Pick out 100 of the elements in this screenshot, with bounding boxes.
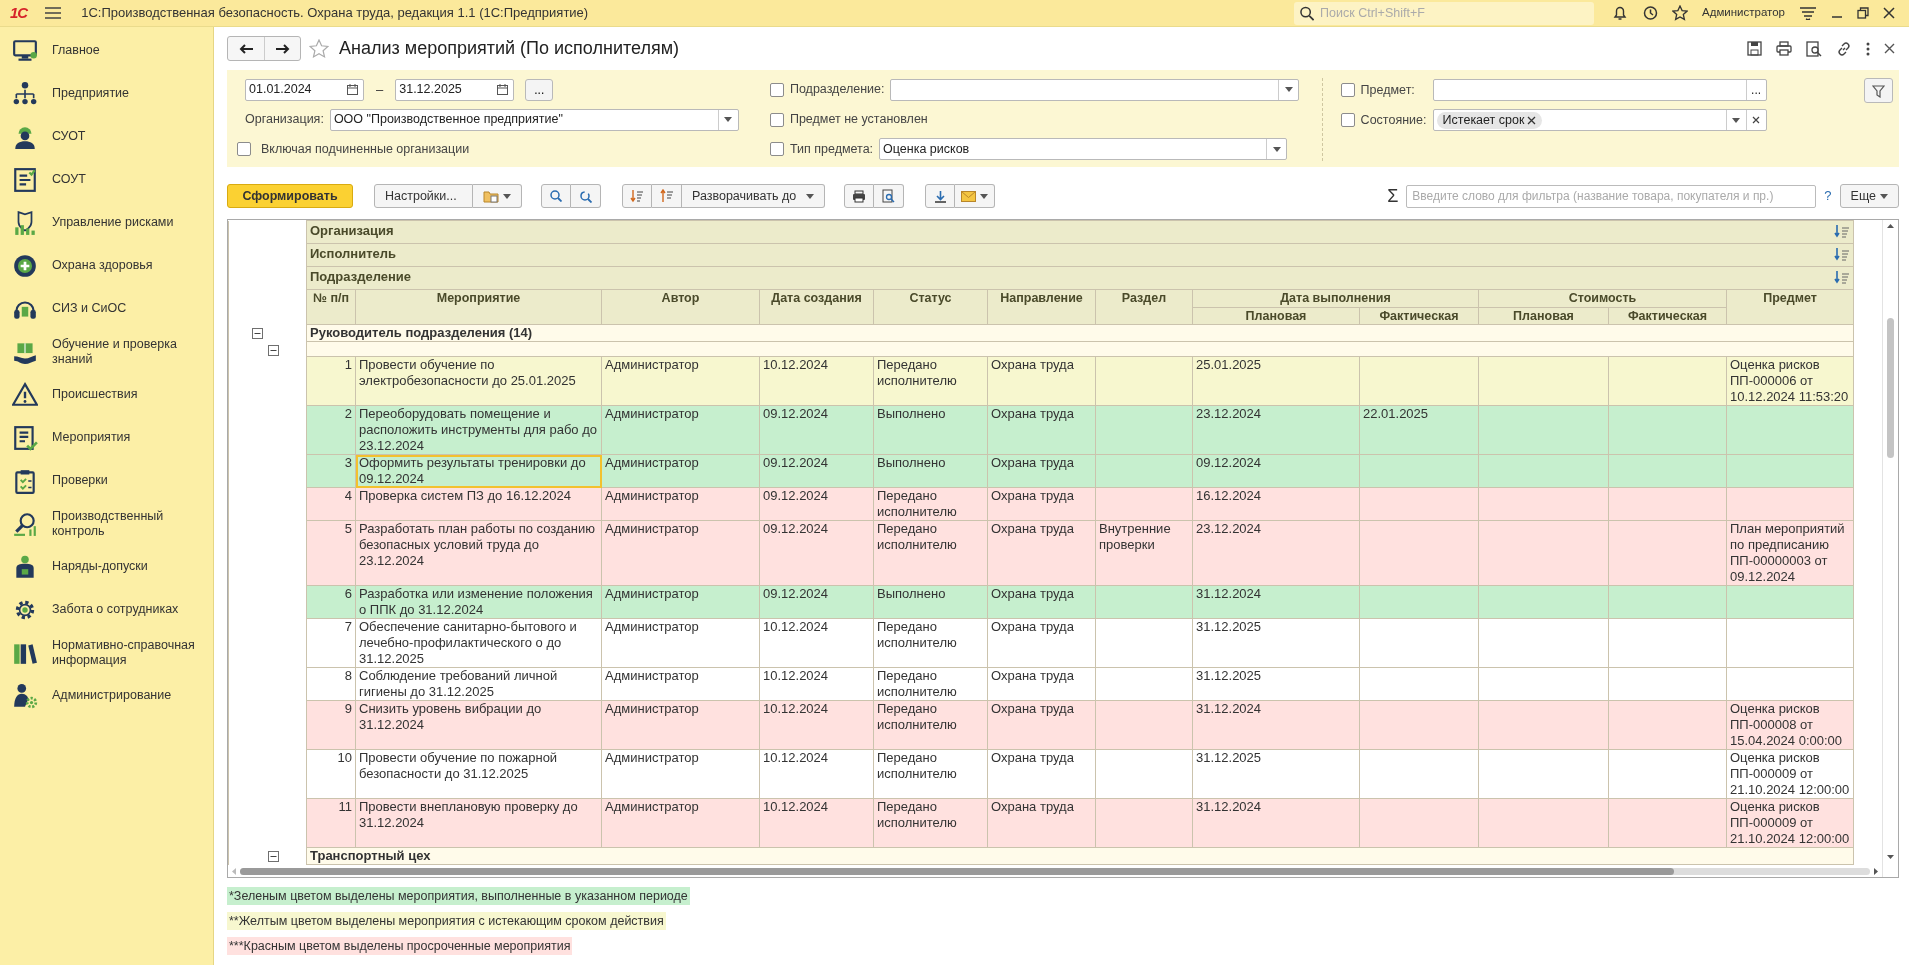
select-button[interactable]: ... — [1745, 80, 1766, 100]
expand-to-button[interactable]: Разворачивать до — [682, 184, 825, 208]
history-icon[interactable] — [1642, 5, 1658, 21]
person-gear-icon[interactable] — [12, 682, 38, 709]
table-cell[interactable]: Обеспечение санитарно-бытового и лечебно-профилактического о до 31.12.2025 — [355, 618, 602, 668]
state-tag[interactable]: Истекает срок — [1436, 111, 1543, 129]
checkbox[interactable] — [237, 142, 251, 157]
scrollbar-thumb[interactable] — [240, 867, 1675, 875]
sidebar-item[interactable]: Обучение и проверка знаний — [52, 336, 205, 367]
remove-icon[interactable] — [1527, 115, 1537, 125]
table-cell[interactable]: Разработка или изменение положения о ППК до 31.12.2024 — [355, 585, 602, 619]
favorite-star-icon[interactable] — [309, 38, 329, 59]
search-button[interactable] — [541, 184, 571, 208]
sidebar-item[interactable]: Главное — [52, 43, 100, 58]
warning-icon[interactable] — [12, 381, 38, 408]
table-row[interactable]: 10 Провести обучение по пожарной безопасности до 31.12.2025 Администратор 10.12.2024 Передано исполнителю Охрана труда 31.12.2025 Оценка рисков ПП-000009 от 21.10.2024 12:00:00 — [228, 749, 1854, 799]
sidebar-item[interactable]: СОУТ — [52, 172, 86, 187]
variant-button[interactable] — [473, 184, 522, 208]
search-refresh-button[interactable] — [571, 184, 601, 208]
sidebar-item[interactable]: Забота о сотрудниках — [52, 602, 179, 617]
filter-button[interactable] — [1863, 78, 1893, 103]
calendar-icon[interactable] — [347, 84, 358, 96]
save-icon[interactable] — [1747, 41, 1762, 56]
sidebar-item[interactable]: Происшествия — [52, 387, 138, 402]
scrollbar-thumb[interactable] — [1887, 318, 1894, 458]
close-icon[interactable] — [1883, 7, 1895, 19]
org-chart-icon[interactable] — [12, 80, 38, 107]
medical-cross-icon[interactable] — [12, 252, 38, 279]
more-icon[interactable] — [1866, 41, 1870, 56]
sidebar-item[interactable]: Охрана здоровья — [52, 258, 153, 273]
table-cell[interactable]: Снизить уровень вибрации до 31.12.2024 — [355, 700, 602, 750]
subject-type-field[interactable]: Оценка рисков — [879, 138, 1288, 161]
clipboard-icon[interactable] — [12, 467, 38, 494]
period-button[interactable]: ... — [525, 78, 554, 101]
table-cell[interactable]: Переоборудовать помещение и расположить инструменты для рабо до 23.12.2024 — [355, 405, 602, 455]
checkbox[interactable] — [1340, 83, 1355, 97]
filter-field[interactable]: Введите слово для фильтра (название товара, покупателя и пр.) — [1406, 184, 1817, 208]
mail-button[interactable] — [955, 184, 995, 208]
download-button[interactable] — [925, 184, 955, 208]
sort-icon[interactable] — [1834, 270, 1851, 284]
date-field[interactable]: 31.12.2025 — [395, 78, 515, 101]
table-cell[interactable]: Соблюдение требований личной гигиены до 31.12.2025 — [355, 667, 602, 701]
table-row[interactable]: 7 Обеспечение санитарно-бытового и лечебно-профилактического о до 31.12.2025 Администратор 10.12.2024 Передано исполнителю Охрана труда 31.12.2025 — [228, 618, 1854, 668]
sidebar-item[interactable]: Предприятие — [52, 86, 130, 101]
column-header[interactable]: Мероприятие — [355, 289, 602, 325]
sidebar-item[interactable]: Проверки — [52, 473, 108, 488]
date-field[interactable]: 01.01.2024 — [245, 78, 364, 101]
table-cell[interactable]: Провести внеплановую проверку до 31.12.2024 — [355, 798, 602, 848]
table-row[interactable]: 9 Снизить уровень вибрации до 31.12.2024 Администратор 10.12.2024 Передано исполнителю Охрана труда 31.12.2024 Оценка рисков ПП-000008 от 15.04.2024 0:00:00 — [228, 700, 1854, 750]
checkbox[interactable] — [769, 112, 784, 127]
preview-icon[interactable] — [1806, 40, 1822, 57]
checkbox[interactable] — [769, 142, 784, 157]
group-label[interactable]: Руководитель подразделения (14) — [310, 325, 533, 340]
search-field[interactable]: Поиск Ctrl+Shift+F — [1294, 1, 1594, 25]
column-header[interactable]: Дата создания — [759, 289, 874, 325]
sum-icon[interactable]: Σ — [1387, 182, 1399, 210]
table-row[interactable]: 3 Оформить результаты тренировки до 09.12.2024 Администратор 09.12.2024 Выполнено Охрана труда 09.12.2024 — [228, 454, 1854, 488]
shield-chart-icon[interactable] — [12, 209, 38, 236]
help-link[interactable]: ? — [1824, 186, 1832, 206]
collapse-toggle[interactable] — [268, 344, 279, 356]
settings-menu-icon[interactable] — [1799, 6, 1817, 20]
monitor-icon[interactable] — [12, 37, 38, 64]
print-icon[interactable] — [1776, 41, 1792, 56]
checkbox[interactable] — [1340, 113, 1355, 127]
sidebar-item[interactable]: СИЗ и СиОС — [52, 301, 127, 316]
sort-icon[interactable] — [1834, 224, 1851, 238]
sidebar-item[interactable]: СУОТ — [52, 129, 86, 144]
bell-icon[interactable] — [1612, 5, 1628, 21]
user-name[interactable]: Администратор — [1702, 4, 1785, 22]
sidebar-item[interactable]: Мероприятия — [52, 430, 131, 445]
sidebar-item[interactable]: Наряды-допуски — [52, 559, 148, 574]
table-row[interactable]: 6 Разработка или изменение положения о ППК до 31.12.2024 Администратор 09.12.2024 Выполнено Охрана труда 31.12.2024 — [228, 585, 1854, 619]
column-header[interactable]: Направление — [987, 289, 1096, 325]
column-header[interactable]: Автор — [601, 289, 760, 325]
group-label[interactable]: Транспортный цех — [310, 848, 431, 863]
table-cell[interactable]: Проверка систем ПЗ до 16.12.2024 — [355, 487, 602, 521]
state-field[interactable]: Истекает срок — [1432, 109, 1767, 131]
magnifier-chart-icon[interactable] — [12, 510, 38, 537]
preview-button[interactable] — [874, 184, 904, 208]
table-row[interactable] — [228, 520, 1854, 586]
restore-icon[interactable] — [1857, 7, 1869, 19]
settings-button[interactable]: Настройки... — [374, 184, 473, 208]
sidebar-item[interactable]: Нормативно-справочная информация — [52, 637, 205, 668]
checkbox[interactable] — [769, 82, 784, 97]
calendar-icon[interactable] — [497, 84, 509, 96]
table-row[interactable]: 2 Переоборудовать помещение и расположить инструменты для рабо до 23.12.2024 Администратор 09.12.2024 Выполнено Охрана труда 23.12.2024 22.01.2025 — [228, 405, 1854, 455]
column-header[interactable]: Предмет — [1726, 289, 1854, 325]
generate-button[interactable]: Сформировать — [227, 184, 353, 208]
checklist-icon[interactable] — [12, 166, 38, 193]
column-header[interactable]: № п/п — [306, 289, 356, 325]
table-cell[interactable]: Разработать план работы по созданию безопасных условий труда до 23.12.2024 — [355, 520, 602, 586]
sidebar-item[interactable]: Управление рисками — [52, 215, 174, 230]
clear-icon[interactable] — [1752, 116, 1761, 124]
department-field[interactable] — [890, 78, 1300, 101]
document-check-icon[interactable] — [12, 424, 38, 451]
table-row[interactable]: 11 Провести внеплановую проверку до 31.12.2024 Администратор 10.12.2024 Передано исполнителю Охрана труда 31.12.2024 Оценка рисков ПП-000009 от 21.10.2024 12:00:00 — [228, 798, 1854, 848]
close-icon[interactable] — [1884, 43, 1895, 54]
table-cell[interactable]: Провести обучение по электробезопасности до 25.01.2025 — [355, 356, 602, 406]
organization-field[interactable]: ООО "Производственное предприятие" — [329, 108, 739, 131]
column-header[interactable]: Раздел — [1095, 289, 1193, 325]
